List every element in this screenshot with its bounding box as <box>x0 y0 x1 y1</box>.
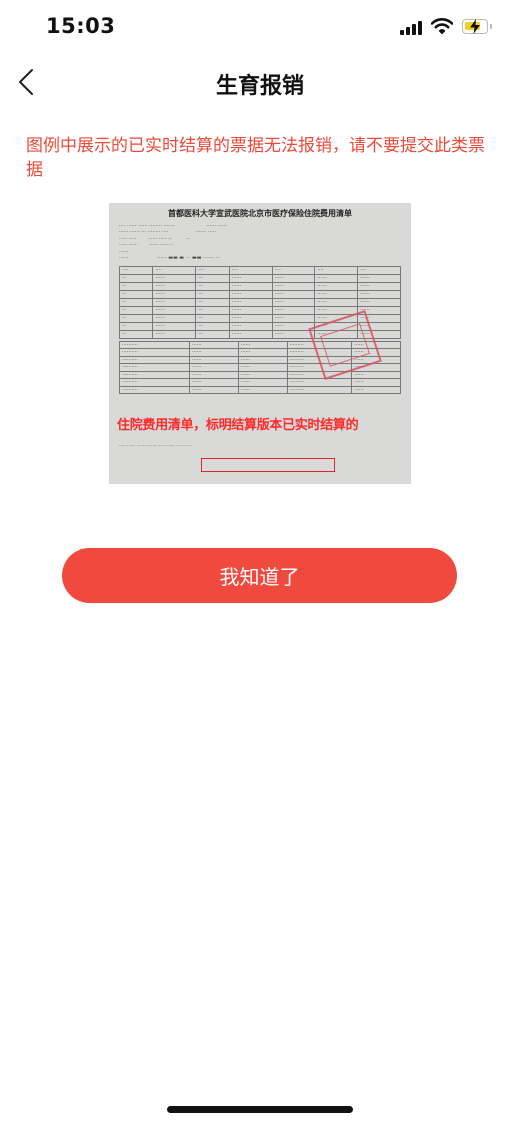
page-title: 生育报销 <box>215 74 304 99</box>
settlement-version-highlight <box>201 458 335 472</box>
receipt-title: 首都医科大学宣武医院北京市医疗保险住院费用清单 <box>168 209 352 218</box>
status-time: 15:03 <box>46 14 116 38</box>
confirm-button[interactable]: 我知道了 <box>62 548 457 603</box>
receipt-header-lines: ···· ······ ······ ········ ······· ····… <box>119 222 228 262</box>
wifi-icon <box>431 18 453 35</box>
example-receipt-image: 首都医科大学宣武医院北京市医疗保险住院费用清单 ···· ······ ····… <box>109 203 411 484</box>
home-indicator <box>167 1106 353 1113</box>
warning-text: 图例中展示的已实时结算的票据无法报销，请不要提交此类票据 <box>26 136 485 180</box>
battery-cap <box>490 24 492 29</box>
receipt-footer-lines: ·········· ············· ·········· ····… <box>119 443 193 449</box>
nav-bar: 生育报销 <box>0 56 520 110</box>
signal-icon <box>400 21 424 35</box>
receipt-annotation: 住院费用清单，标明结算版本已实时结算的 <box>117 418 359 433</box>
status-bar: 15:03 <box>0 0 520 56</box>
charging-bolt-icon <box>470 19 480 34</box>
